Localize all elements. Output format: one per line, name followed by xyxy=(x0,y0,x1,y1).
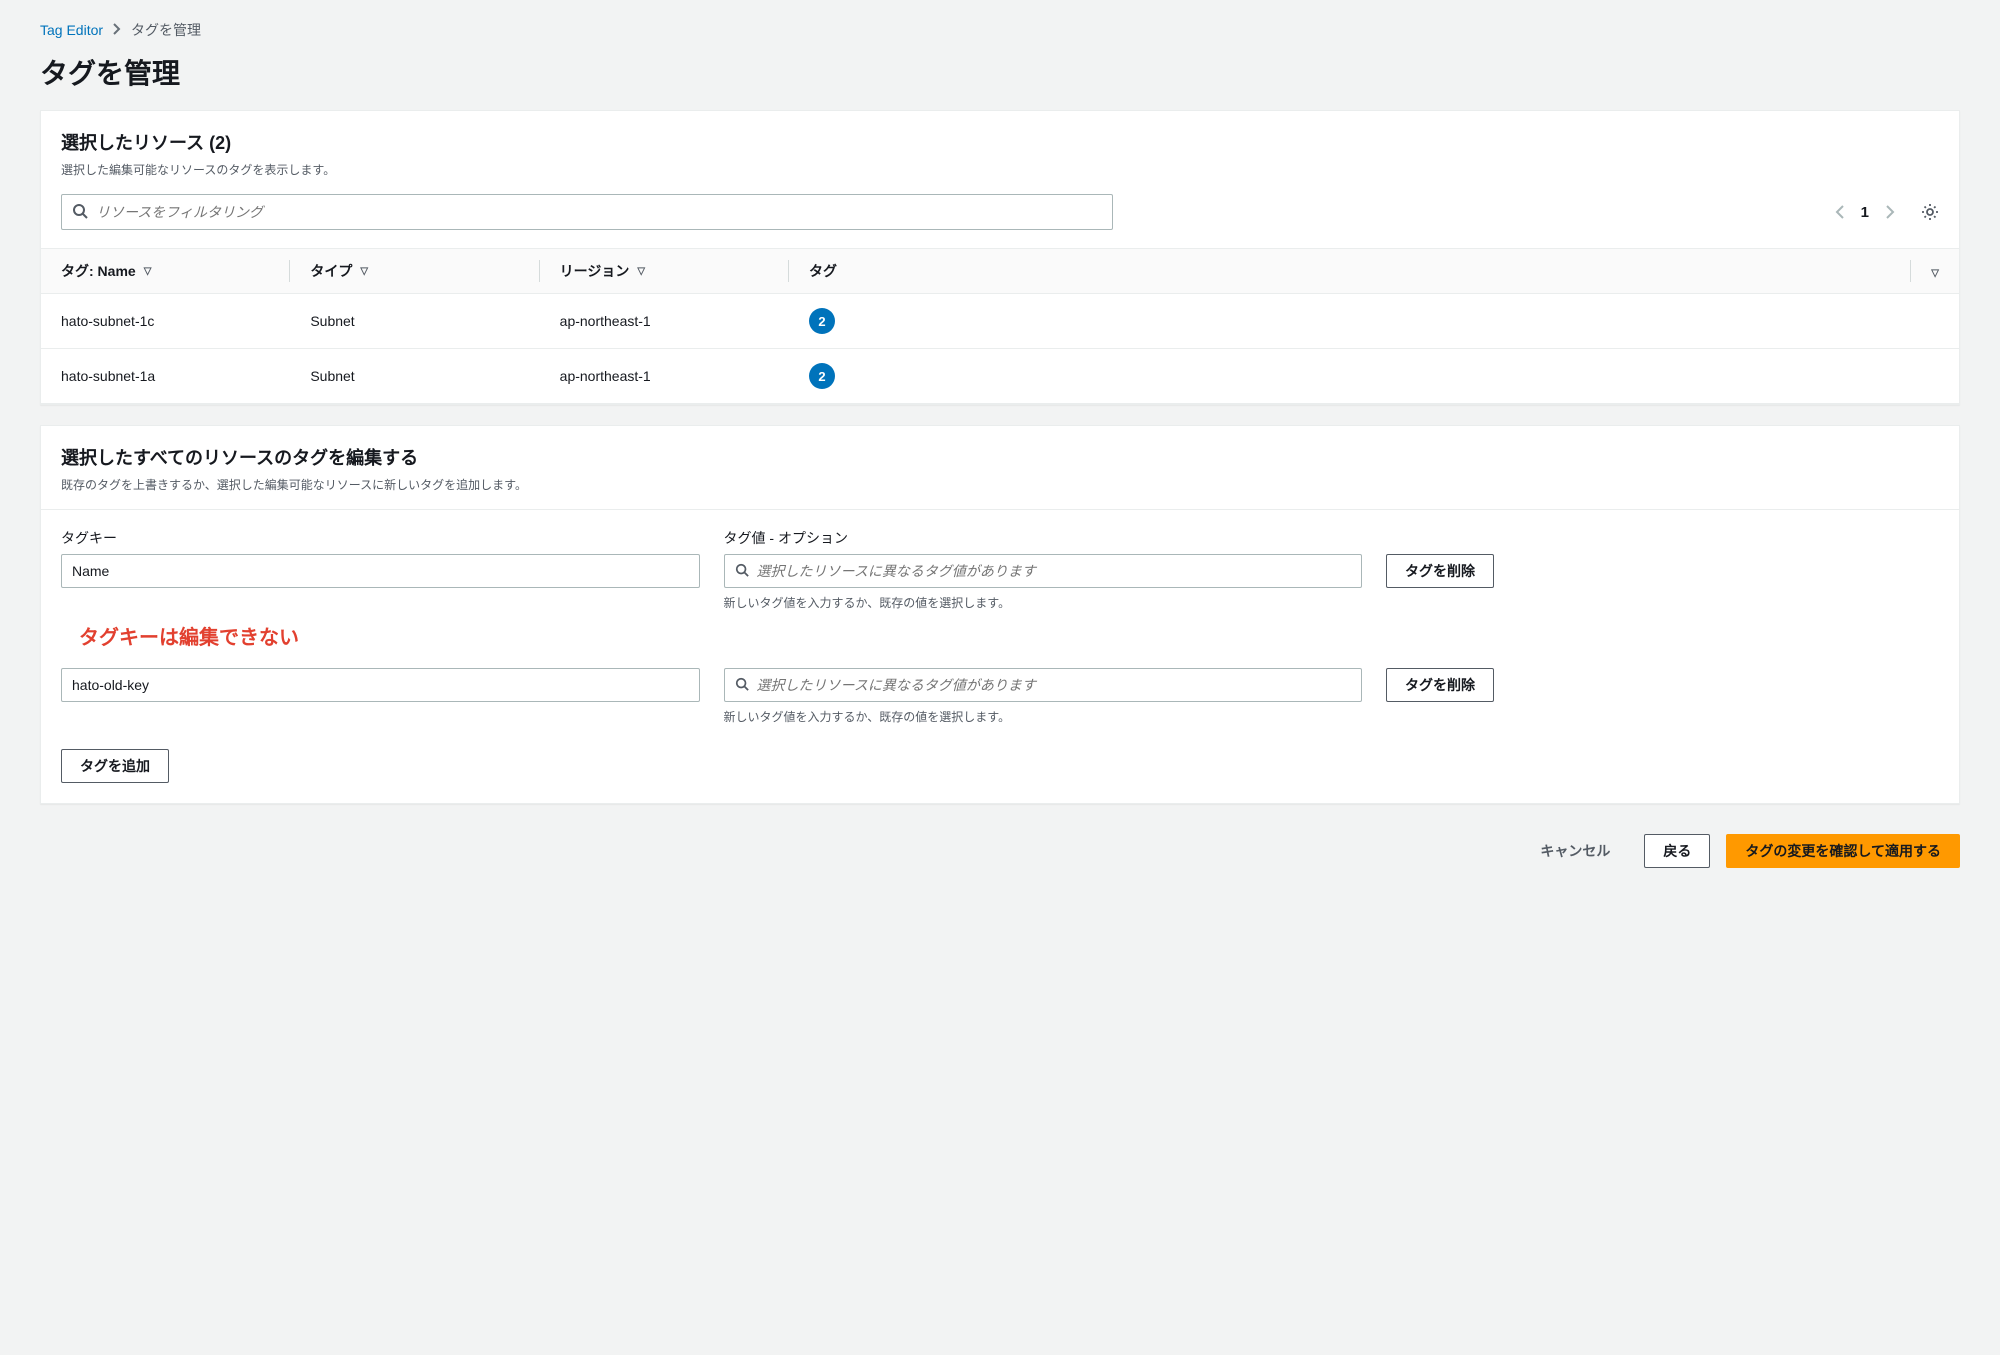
cell-region: ap-northeast-1 xyxy=(540,294,789,349)
search-icon xyxy=(72,203,88,222)
add-tag-button[interactable]: タグを追加 xyxy=(61,749,169,783)
table-row[interactable]: hato-subnet-1c Subnet ap-northeast-1 2 xyxy=(41,294,1959,349)
tag-key-field: hato-old-key xyxy=(61,668,700,702)
col-header-type[interactable]: タイプ▽ xyxy=(290,249,539,294)
page-next-button[interactable] xyxy=(1885,205,1895,219)
resources-panel-description: 選択した編集可能なリソースのタグを表示します。 xyxy=(61,161,1939,178)
tag-value-input-wrapper[interactable] xyxy=(724,668,1363,702)
apply-changes-button[interactable]: タグの変更を確認して適用する xyxy=(1726,834,1960,868)
edit-tags-panel: 選択したすべてのリソースのタグを編集する 既存のタグを上書きするか、選択した編集… xyxy=(40,425,1960,804)
cell-name: hato-subnet-1a xyxy=(41,349,290,404)
tag-count-badge: 2 xyxy=(809,363,835,389)
col-header-tags[interactable]: タグ xyxy=(789,249,1911,294)
resource-filter-input[interactable] xyxy=(96,204,1102,220)
resource-filter-input-wrapper[interactable] xyxy=(61,194,1113,230)
tag-value-input[interactable] xyxy=(757,563,1352,579)
tag-edit-row: Name 新しいタグ値を入力するか、既存の値を選択します。 タグを削除 xyxy=(61,554,1939,611)
cell-type: Subnet xyxy=(290,294,539,349)
back-button[interactable]: 戻る xyxy=(1644,834,1710,868)
sort-icon: ▽ xyxy=(637,266,645,277)
page-number: 1 xyxy=(1861,204,1869,221)
delete-tag-button[interactable]: タグを削除 xyxy=(1386,554,1494,588)
tag-edit-row: hato-old-key 新しいタグ値を入力するか、既存の値を選択します。 タグ… xyxy=(61,668,1939,725)
column-settings-icon[interactable]: ▽ xyxy=(1931,268,1939,279)
delete-tag-button[interactable]: タグを削除 xyxy=(1386,668,1494,702)
tag-key-field: Name xyxy=(61,554,700,588)
cell-tags: 2 xyxy=(789,349,1911,404)
table-row[interactable]: hato-subnet-1a Subnet ap-northeast-1 2 xyxy=(41,349,1959,404)
cell-name: hato-subnet-1c xyxy=(41,294,290,349)
breadcrumb-current: タグを管理 xyxy=(131,20,201,40)
col-header-tag-name[interactable]: タグ: Name▽ xyxy=(41,249,290,294)
footer-actions: キャンセル 戻る タグの変更を確認して適用する xyxy=(40,824,1960,868)
resources-panel-title: 選択したリソース (2) xyxy=(61,129,1939,155)
breadcrumb: Tag Editor タグを管理 xyxy=(40,20,1960,40)
cell-region: ap-northeast-1 xyxy=(540,349,789,404)
edit-panel-title: 選択したすべてのリソースのタグを編集する xyxy=(61,444,1939,470)
table-settings-button[interactable] xyxy=(1921,203,1939,221)
search-icon xyxy=(735,563,749,580)
tag-count-badge: 2 xyxy=(809,308,835,334)
cell-tags: 2 xyxy=(789,294,1911,349)
tag-value-hint: 新しいタグ値を入力するか、既存の値を選択します。 xyxy=(724,594,1363,611)
tag-value-input-wrapper[interactable] xyxy=(724,554,1363,588)
col-header-region[interactable]: リージョン▽ xyxy=(540,249,789,294)
cancel-button[interactable]: キャンセル xyxy=(1522,834,1628,868)
tag-value-input[interactable] xyxy=(757,677,1352,693)
annotation-text: タグキーは編集できない xyxy=(79,621,1939,650)
breadcrumb-root-link[interactable]: Tag Editor xyxy=(40,22,103,38)
page-title: タグを管理 xyxy=(40,52,1960,92)
selected-resources-panel: 選択したリソース (2) 選択した編集可能なリソースのタグを表示します。 1 xyxy=(40,110,1960,405)
resources-table: タグ: Name▽ タイプ▽ リージョン▽ タグ ▽ xyxy=(41,248,1959,404)
cell-type: Subnet xyxy=(290,349,539,404)
sort-icon: ▽ xyxy=(144,266,152,277)
sort-icon: ▽ xyxy=(360,266,368,277)
tag-value-hint: 新しいタグ値を入力するか、既存の値を選択します。 xyxy=(724,708,1363,725)
page-prev-button[interactable] xyxy=(1835,205,1845,219)
edit-panel-description: 既存のタグを上書きするか、選択した編集可能なリソースに新しいタグを追加します。 xyxy=(61,476,1939,493)
pagination: 1 xyxy=(1835,203,1939,221)
chevron-right-icon xyxy=(113,22,121,38)
tag-value-label: タグ値 - オプション xyxy=(724,528,1363,548)
search-icon xyxy=(735,677,749,694)
tag-key-label: タグキー xyxy=(61,528,700,548)
